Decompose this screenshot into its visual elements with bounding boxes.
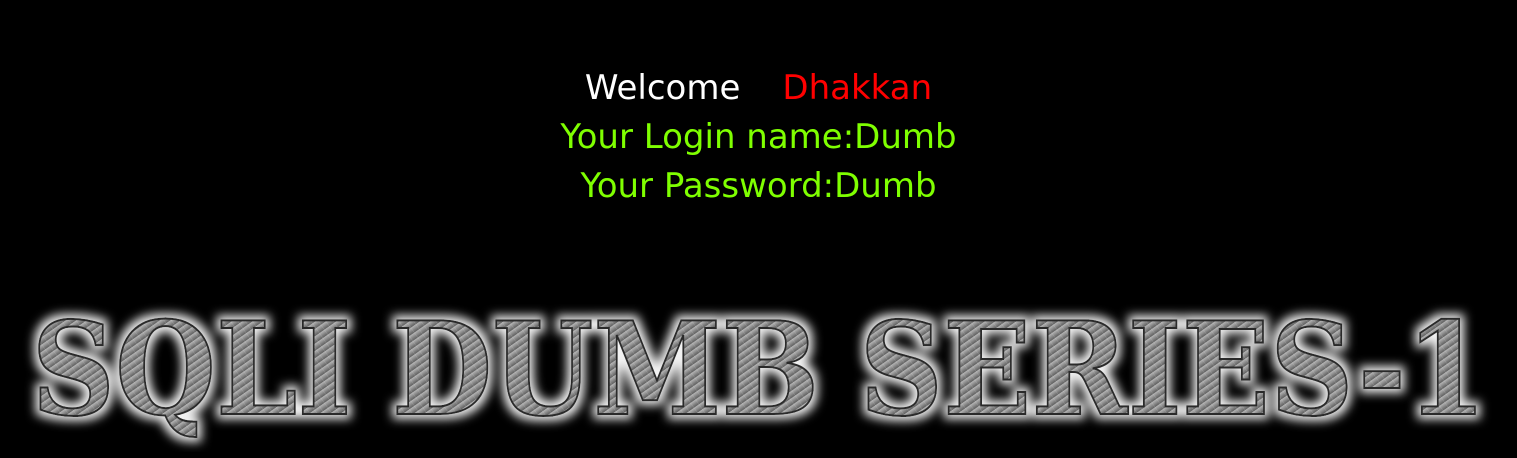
login-name-line: Your Login name:Dumb <box>560 117 957 157</box>
welcome-label: Welcome <box>584 68 741 108</box>
banner-text: SQLI DUMB SERIES-1 <box>32 295 1487 445</box>
login-info: Welcome Dhakkan Your Login name:Dumb Your… <box>0 64 1517 211</box>
banner-svg: SQLI DUMB SERIES-1 <box>31 294 1488 446</box>
password-line: Your Password:Dumb <box>580 166 937 206</box>
page: Welcome Dhakkan Your Login name:Dumb Your… <box>0 0 1517 458</box>
welcome-line: Welcome Dhakkan <box>0 64 1517 113</box>
banner-title: SQLI DUMB SERIES-1 <box>12 292 1507 452</box>
welcome-username: Dhakkan <box>782 68 933 108</box>
